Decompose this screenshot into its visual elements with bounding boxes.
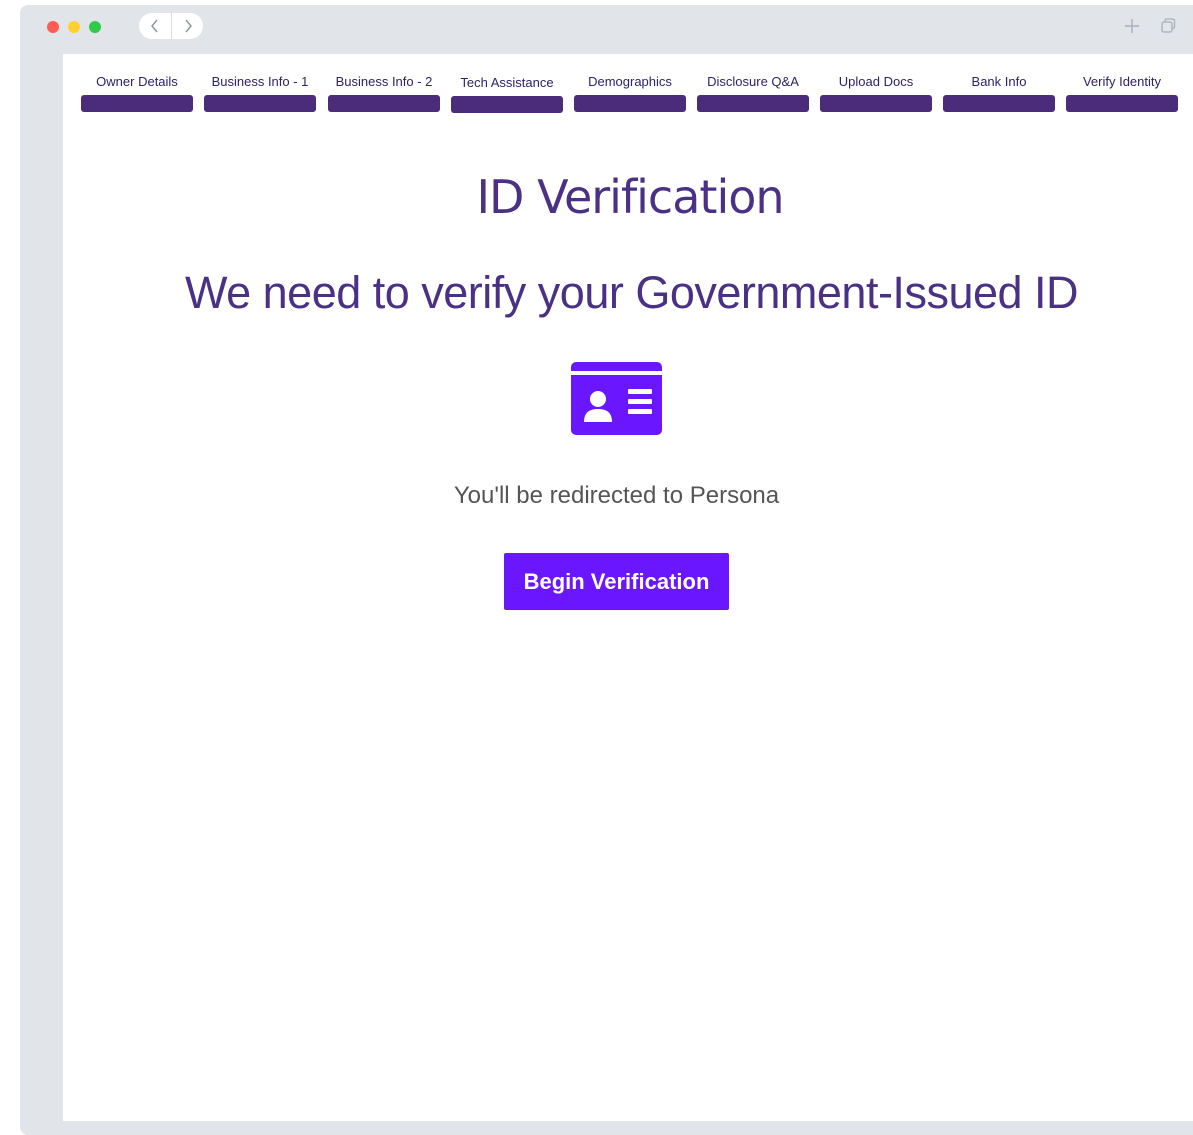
plus-icon[interactable] <box>1123 17 1141 35</box>
step-disclosure-qa[interactable]: Disclosure Q&A <box>697 74 809 114</box>
step-label: Owner Details <box>96 74 178 89</box>
step-bank-info[interactable]: Bank Info <box>943 74 1055 114</box>
begin-verification-button[interactable]: Begin Verification <box>504 553 729 610</box>
step-owner-details[interactable]: Owner Details <box>81 74 193 114</box>
step-label: Demographics <box>588 74 672 89</box>
step-bar <box>943 95 1055 112</box>
step-bar <box>574 95 686 112</box>
browser-titlebar <box>20 5 1193 49</box>
history-navigation <box>139 13 203 39</box>
forward-button[interactable] <box>171 13 203 39</box>
close-window-button[interactable] <box>47 21 59 33</box>
minimize-window-button[interactable] <box>68 21 80 33</box>
browser-window: Owner Details Business Info - 1 Business… <box>20 5 1193 1135</box>
step-label: Tech Assistance <box>460 75 554 90</box>
step-bar <box>697 95 809 112</box>
step-bar <box>204 95 316 112</box>
step-bar <box>81 95 193 112</box>
step-tech-assistance[interactable]: Tech Assistance <box>451 74 563 114</box>
step-verify-identity[interactable]: Verify Identity <box>1066 74 1178 114</box>
step-label: Bank Info <box>971 74 1027 89</box>
step-business-info-1[interactable]: Business Info - 1 <box>204 74 316 114</box>
id-card-icon <box>571 362 662 435</box>
page-title: ID Verification <box>476 170 784 224</box>
step-bar <box>1066 95 1178 112</box>
step-business-info-2[interactable]: Business Info - 2 <box>328 74 440 114</box>
step-upload-docs[interactable]: Upload Docs <box>820 74 932 114</box>
step-demographics[interactable]: Demographics <box>574 74 686 114</box>
chevron-left-icon <box>151 19 158 33</box>
progress-steps: Owner Details Business Info - 1 Business… <box>81 74 1179 114</box>
step-label: Disclosure Q&A <box>707 74 799 89</box>
step-bar <box>328 95 440 112</box>
redirect-notice: You'll be redirected to Persona <box>453 482 780 509</box>
page-content: Owner Details Business Info - 1 Business… <box>63 54 1193 1121</box>
step-bar <box>451 96 563 113</box>
zoom-window-button[interactable] <box>89 21 101 33</box>
chevron-right-icon <box>184 19 192 33</box>
page-subtitle: We need to verify your Government-Issued… <box>184 267 1079 318</box>
step-bar <box>820 95 932 112</box>
step-label: Business Info - 2 <box>335 74 433 89</box>
back-button[interactable] <box>139 13 171 39</box>
step-label: Verify Identity <box>1082 74 1162 89</box>
step-label: Business Info - 1 <box>211 74 309 89</box>
step-label: Upload Docs <box>838 74 914 89</box>
tabs-overview-icon[interactable] <box>1159 17 1177 35</box>
